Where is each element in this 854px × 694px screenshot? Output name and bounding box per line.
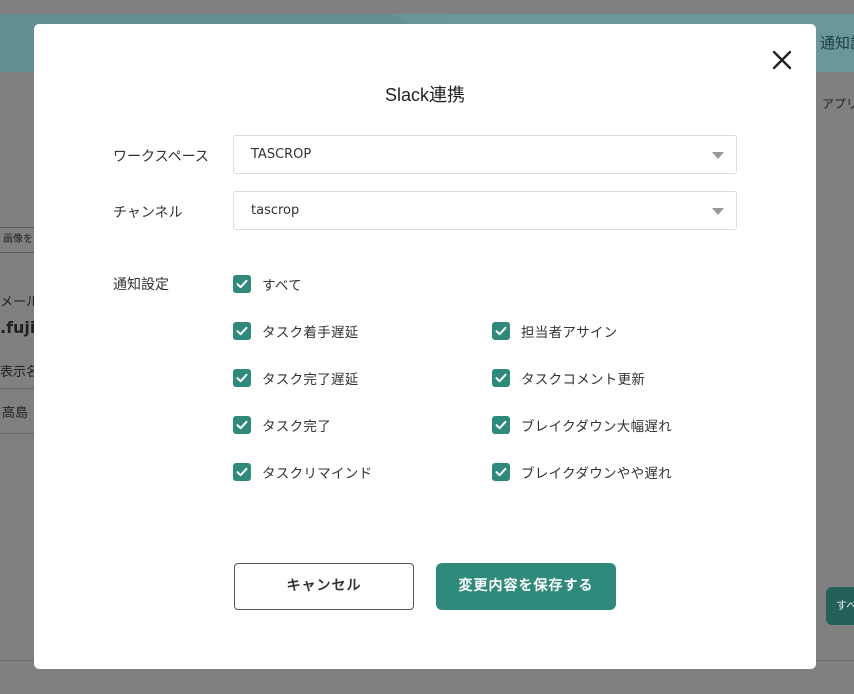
checkbox-label: ブレイクダウンやや遅れ (521, 466, 672, 482)
close-icon (772, 50, 792, 70)
background-divider (0, 433, 36, 434)
check-icon (236, 326, 248, 336)
checkbox-label: タスク完了 (262, 419, 331, 435)
background-divider (0, 388, 36, 389)
checkbox-label: ブレイクダウン大幅遅れ (521, 419, 672, 435)
checkbox-all-label: すべて (262, 278, 302, 294)
checkbox-task-remind[interactable]: タスクリマインド (233, 462, 372, 482)
check-icon (495, 420, 507, 430)
background-display-name-label: 表示名 (0, 365, 36, 380)
save-button[interactable]: 変更内容を保存する (436, 563, 616, 610)
chevron-down-icon (712, 208, 724, 215)
checkbox-assignee-assign[interactable]: 担当者アサイン (492, 321, 618, 341)
checkbox-task-complete[interactable]: タスク完了 (233, 415, 331, 435)
checkbox-label: タスクコメント更新 (521, 372, 646, 388)
checkbox-checked[interactable] (233, 416, 251, 434)
cancel-button[interactable]: キャンセル (234, 563, 414, 610)
check-icon (236, 420, 248, 430)
check-icon (236, 467, 248, 477)
checkbox-checked[interactable] (233, 369, 251, 387)
background-mail-label: メール (0, 295, 36, 310)
check-icon (495, 373, 507, 383)
checkbox-breakdown-minor-delay[interactable]: ブレイクダウンやや遅れ (492, 462, 672, 482)
background-tab-notification: 通知設 (820, 34, 854, 52)
check-icon (236, 373, 248, 383)
background-profile-panel: 画像をアップロード メール .fujii 表示名 高島 (0, 0, 36, 694)
close-button[interactable] (770, 48, 794, 72)
checkbox-task-complete-delay[interactable]: タスク完了遅延 (233, 368, 359, 388)
background-all-button: すべて (826, 587, 854, 625)
checkbox-checked[interactable] (233, 275, 251, 293)
checkbox-label: タスクリマインド (262, 466, 373, 482)
checkbox-checked[interactable] (492, 463, 510, 481)
notification-settings-label: 通知設定 (113, 277, 169, 293)
check-icon (236, 279, 248, 289)
background-display-name-value: 高島 (2, 406, 29, 421)
checkbox-task-start-delay[interactable]: タスク着手遅延 (233, 321, 359, 341)
channel-select-value: tascrop (251, 203, 300, 218)
workspace-select[interactable]: TASCROP (233, 135, 737, 174)
check-icon (495, 467, 507, 477)
background-upload-button: 画像をアップロード (0, 227, 36, 253)
workspace-select-value: TASCROP (251, 147, 312, 162)
checkbox-all[interactable]: すべて (233, 274, 302, 294)
checkbox-task-comment-update[interactable]: タスクコメント更新 (492, 368, 645, 388)
checkbox-checked[interactable] (233, 463, 251, 481)
checkbox-label: 担当者アサイン (521, 325, 618, 341)
checkbox-breakdown-major-delay[interactable]: ブレイクダウン大幅遅れ (492, 415, 672, 435)
channel-label: チャンネル (113, 205, 183, 221)
checkbox-label: タスク着手遅延 (262, 325, 359, 341)
modal-title: Slack連携 (384, 85, 465, 105)
background-app-label: アプリ (822, 97, 854, 111)
checkbox-checked[interactable] (492, 369, 510, 387)
channel-select[interactable]: tascrop (233, 191, 737, 230)
checkbox-checked[interactable] (233, 322, 251, 340)
slack-integration-modal: Slack連携 ワークスペース TASCROP チャンネル tascrop 通知… (34, 24, 816, 669)
chevron-down-icon (712, 152, 724, 159)
check-icon (495, 326, 507, 336)
checkbox-checked[interactable] (492, 322, 510, 340)
checkbox-label: タスク完了遅延 (262, 372, 359, 388)
checkbox-checked[interactable] (492, 416, 510, 434)
background-mail-value: .fujii (0, 318, 36, 337)
workspace-label: ワークスペース (113, 149, 209, 165)
